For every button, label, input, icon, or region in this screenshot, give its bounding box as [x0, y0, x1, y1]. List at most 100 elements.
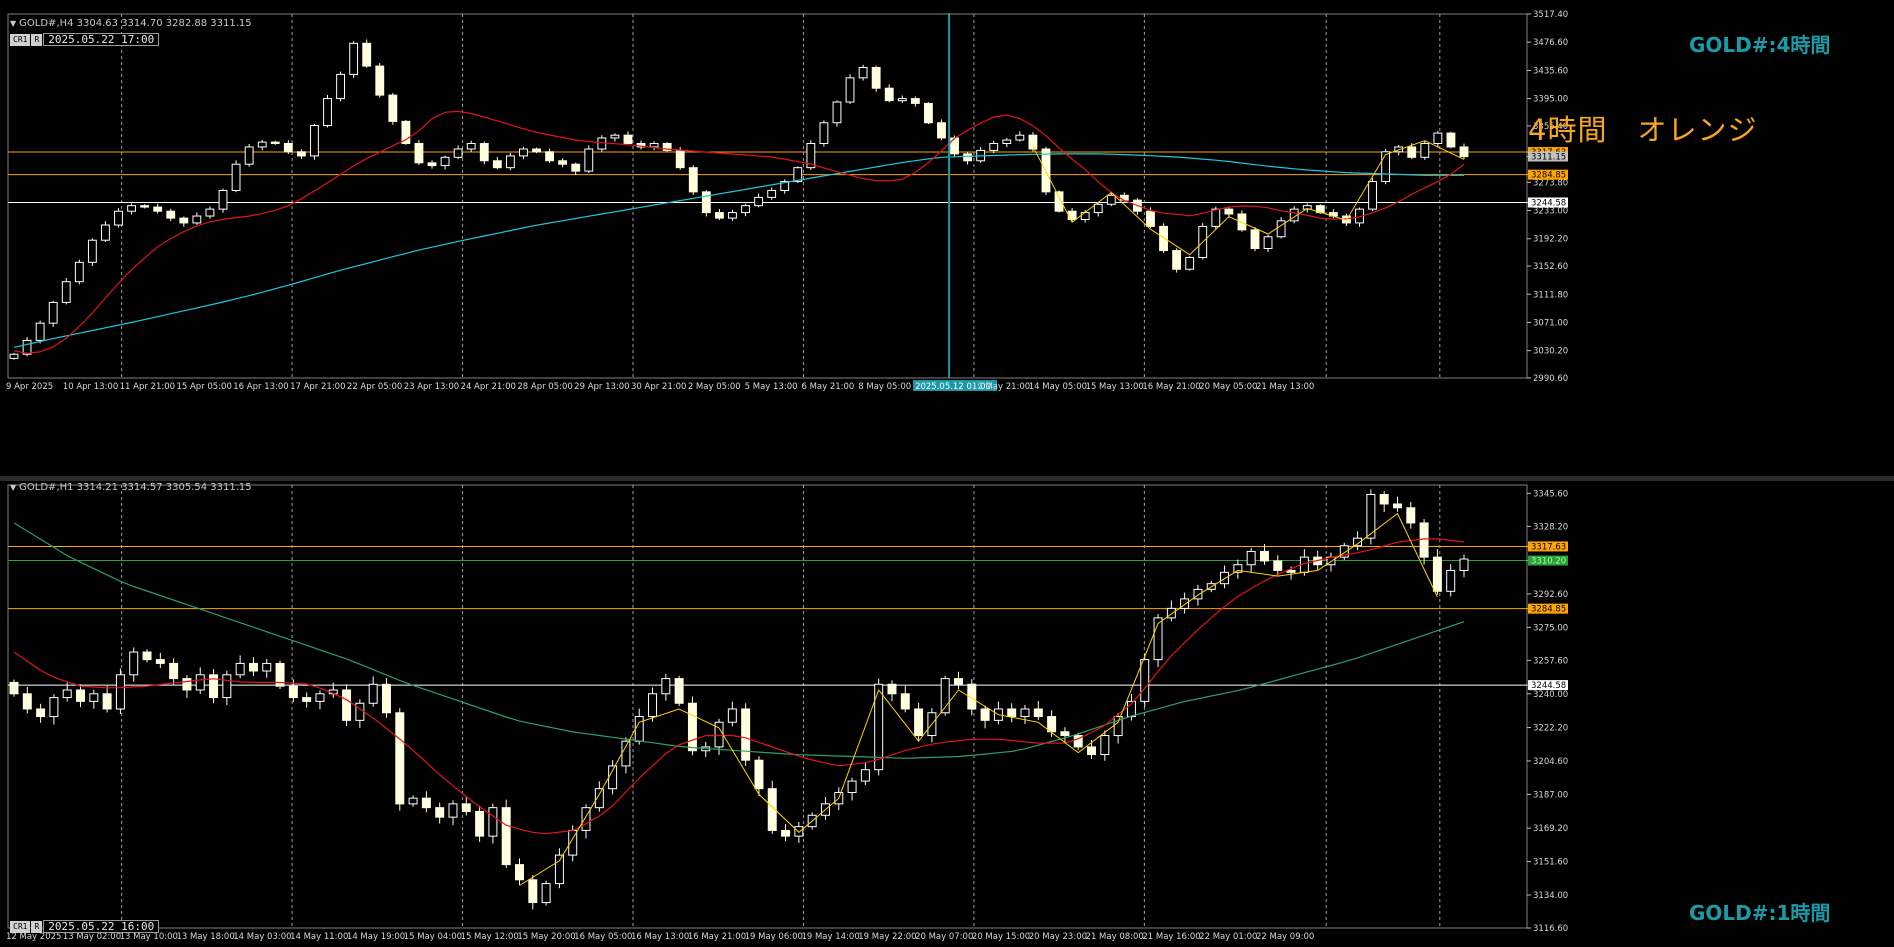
- candle-body: [847, 780, 857, 793]
- candle-body: [283, 142, 293, 153]
- candle-body: [1060, 731, 1070, 737]
- candle-body: [649, 142, 659, 148]
- candle-body: [1368, 180, 1377, 210]
- level-price-label: 3284.85: [1531, 605, 1566, 615]
- x-tick-label: 19 May 06:00: [745, 932, 803, 942]
- x-tick-label: 22 May 09:00: [1256, 932, 1314, 942]
- h1-chart-panel[interactable]: 12 May 2025 13 May 02:00 13 May 10:00 13 Ma…: [0, 481, 1894, 947]
- candle-body: [466, 142, 476, 150]
- x-tick-label: 9 Apr 2025: [6, 382, 53, 392]
- x-tick-label: 14 May 11:00: [290, 932, 348, 942]
- candle-body: [584, 148, 594, 172]
- candle-body: [195, 674, 205, 691]
- h1-chart-svg[interactable]: 12 May 2025 13 May 02:0013 May 10:0013 Ma…: [0, 481, 1894, 947]
- candle-body: [954, 678, 963, 685]
- y-tick-label: 3328.20: [1533, 522, 1568, 532]
- candle-body: [910, 98, 920, 104]
- x-tick-label: 19 May 14:00: [801, 932, 859, 942]
- candle-body: [169, 662, 179, 680]
- candle-body: [355, 702, 365, 721]
- candle-body: [140, 205, 150, 208]
- candle-body: [9, 681, 19, 695]
- candle-body: [741, 205, 750, 214]
- candle-body: [1067, 210, 1077, 220]
- dropdown-triangle-icon[interactable]: ▼: [10, 19, 16, 28]
- y-tick-label: 3395.00: [1533, 95, 1568, 105]
- candle-body: [884, 87, 894, 102]
- x-tick-label: 14 May 03:00: [233, 932, 291, 942]
- candle-body: [205, 208, 215, 217]
- x-tick-label: 16 Apr 13:00: [233, 382, 288, 392]
- candle-body: [767, 189, 777, 198]
- candle-body: [937, 122, 946, 139]
- h4-chart-svg[interactable]: 9 Apr 2025 10 Apr 13:00 11 Apr 21:00 15 Apr…: [0, 9, 1894, 483]
- candle-body: [505, 155, 515, 169]
- candle-body: [142, 651, 152, 661]
- h1-timestamp: 2025.05.22 16:00: [43, 920, 160, 933]
- candle-body: [701, 191, 711, 214]
- candle-body: [623, 134, 633, 144]
- candle-body: [479, 142, 489, 162]
- candle-body: [558, 160, 568, 165]
- candle-body: [900, 693, 910, 710]
- x-tick-label: 10 Apr 13:00: [63, 382, 118, 392]
- candle-body: [1100, 735, 1110, 756]
- x-tick-label: 6 May 21:00: [801, 382, 854, 392]
- candle-body: [860, 769, 870, 782]
- candle-body: [395, 712, 405, 805]
- candle-body: [914, 708, 924, 737]
- x-tick-label: 12 May 21:00: [972, 382, 1030, 392]
- x-tick-label: 16 May 21:00: [688, 932, 746, 942]
- candle-body: [1015, 134, 1025, 141]
- h4-cr-button[interactable]: CR1: [10, 33, 31, 46]
- candle-body: [858, 66, 868, 79]
- candle-body: [781, 829, 791, 837]
- x-tick-label: 15 May 13:00: [1086, 382, 1144, 392]
- candle-body: [1224, 208, 1234, 215]
- candle-body: [688, 167, 698, 193]
- candle-body: [381, 683, 391, 714]
- candle-body: [453, 148, 463, 158]
- candle-body: [1286, 569, 1296, 573]
- h4-chart-panel[interactable]: 9 Apr 2025 10 Apr 13:00 11 Apr 21:00 15 Apr…: [0, 9, 1894, 483]
- x-tick-label: 14 May 05:00: [1029, 382, 1087, 392]
- h4-symbol-label: GOLD#:4時間: [1689, 33, 1831, 57]
- candle-body: [1140, 659, 1150, 702]
- candle-body: [675, 149, 685, 169]
- ma-slow-line: [13, 153, 1464, 348]
- x-tick-label: 2 May 05:00: [688, 382, 741, 392]
- candle-body: [687, 702, 697, 752]
- candle-body: [461, 803, 471, 812]
- level-price-label: 3244.58: [1531, 681, 1566, 691]
- candle-body: [515, 864, 524, 881]
- candle-body: [336, 73, 345, 100]
- y-tick-label: 3517.40: [1533, 10, 1568, 20]
- y-tick-label: 3275.00: [1533, 623, 1568, 633]
- y-tick-label: 3071.00: [1533, 318, 1568, 328]
- h1-r-button[interactable]: R: [31, 920, 43, 933]
- y-tick-label: 3169.20: [1533, 824, 1568, 834]
- candle-body: [166, 210, 176, 219]
- h1-cr-button[interactable]: CR1: [10, 920, 31, 933]
- candle-body: [1211, 208, 1221, 227]
- zigzag-line: [1032, 140, 1465, 256]
- candle-body: [1379, 493, 1389, 505]
- candle-body: [87, 239, 97, 263]
- y-tick-label: 3435.60: [1533, 67, 1568, 77]
- x-tick-label: 5 May 13:00: [745, 382, 798, 392]
- candle-body: [1047, 716, 1057, 733]
- candle-body: [349, 42, 359, 75]
- candle-body: [1172, 250, 1182, 270]
- h4-timestamp-box: CR1 R 2025.05.22 17:00: [10, 33, 160, 46]
- candle-body: [674, 678, 684, 704]
- candle-body: [368, 683, 378, 704]
- candle-body: [1250, 229, 1260, 250]
- h4-r-button[interactable]: R: [31, 33, 43, 46]
- candle-body: [244, 146, 254, 165]
- candle-body: [754, 196, 764, 207]
- x-tick-label: 14 May 19:00: [347, 932, 405, 942]
- candle-body: [296, 151, 306, 157]
- candle-body: [182, 678, 192, 691]
- dropdown-triangle-icon[interactable]: ▼: [10, 483, 16, 492]
- y-tick-label: 2990.60: [1533, 374, 1568, 384]
